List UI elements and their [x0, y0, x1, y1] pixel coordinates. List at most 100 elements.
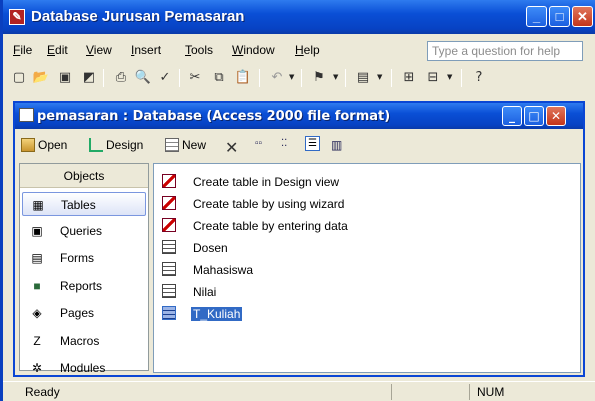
menu-insert[interactable]: Insert — [131, 43, 161, 57]
status-divider — [391, 384, 392, 400]
new-object-icon[interactable]: ⊟ — [423, 68, 443, 88]
menu-edit[interactable]: Edit — [47, 43, 68, 57]
page-icon: ◈ — [32, 306, 42, 320]
save-icon[interactable]: ▣ — [55, 68, 75, 88]
open-button[interactable]: Open — [21, 138, 67, 152]
db-minimize-button[interactable]: _ — [502, 106, 522, 126]
list-item-label: Create table in Design view — [193, 175, 340, 189]
objects-item-label: Pages — [60, 306, 95, 320]
help-question-box[interactable]: Type a question for help — [427, 41, 583, 61]
database-icon — [19, 108, 34, 122]
objects-item-label: Reports — [60, 279, 103, 293]
objects-item-pages[interactable]: ◈ Pages — [22, 301, 146, 325]
report-icon: ■ — [33, 279, 41, 293]
copy-icon[interactable]: ⧉ — [209, 68, 229, 88]
paste-icon[interactable]: 📋 — [233, 68, 253, 88]
help-icon[interactable]: ? — [469, 68, 489, 88]
toolbar-separator — [301, 69, 302, 87]
design-button[interactable]: Design — [89, 138, 143, 152]
menu-file[interactable]: File — [13, 43, 32, 57]
objects-item-queries[interactable]: ▣ Queries — [22, 219, 146, 243]
wizard-icon — [162, 196, 176, 210]
print-icon[interactable]: ⎙ — [111, 68, 131, 88]
objects-item-label: Forms — [60, 251, 94, 265]
open-label: Open — [38, 138, 68, 152]
objects-item-modules[interactable]: ✲ Modules — [22, 356, 146, 380]
module-icon: ✲ — [31, 361, 43, 375]
office-links-icon[interactable]: ⚑ — [309, 68, 329, 88]
new-object-dropdown-icon[interactable]: ▼ — [447, 73, 452, 81]
access-app-icon: ✎ — [9, 9, 25, 25]
database-window-titlebar: pemasaran : Database (Access 2000 file f… — [15, 103, 583, 129]
small-icons-icon[interactable]: ⁚⁚ — [281, 138, 287, 149]
objects-item-label: Queries — [60, 224, 103, 238]
spelling-icon[interactable]: ✓ — [155, 68, 175, 88]
menu-window[interactable]: Window — [232, 43, 275, 57]
open-folder-icon[interactable]: 📂 — [31, 68, 51, 88]
list-item-label: Create table by using wizard — [193, 197, 345, 211]
list-item-label: Nilai — [193, 285, 217, 299]
close-button[interactable]: ✕ — [572, 6, 593, 27]
toolbar-separator — [391, 69, 392, 87]
design-label: Design — [106, 138, 144, 152]
menu-help[interactable]: Help — [295, 43, 320, 57]
toolbar-separator — [345, 69, 346, 87]
analyze-dropdown-icon[interactable]: ▼ — [377, 73, 382, 81]
list-view-icon[interactable]: ☰ — [305, 136, 320, 151]
objects-item-label: Modules — [60, 361, 106, 375]
table-icon — [162, 240, 176, 254]
undo-dropdown-icon[interactable]: ▼ — [289, 73, 294, 81]
objects-item-tables[interactable]: ▦ Tables — [22, 192, 146, 216]
db-close-button[interactable]: ✕ — [546, 106, 566, 126]
undo-icon[interactable]: ↶ — [267, 68, 287, 88]
list-item-label: Create table by entering data — [193, 219, 348, 233]
wizard-icon — [162, 174, 176, 188]
table-icon — [162, 306, 176, 320]
file-search-icon[interactable]: ◩ — [79, 68, 99, 88]
list-item-label: T_Kuliah — [189, 306, 244, 322]
objects-item-label: Tables — [61, 198, 96, 212]
objects-item-forms[interactable]: ▤ Forms — [22, 246, 146, 270]
form-icon: ▤ — [31, 251, 43, 265]
toolbar-separator — [259, 69, 260, 87]
toolbar-separator — [179, 69, 180, 87]
table-icon — [162, 284, 176, 298]
objects-header[interactable]: Objects — [20, 164, 148, 188]
title-bar: ✎ Database Jurusan Pemasaran _ □ ✕ — [3, 0, 595, 34]
database-window-title: pemasaran : Database (Access 2000 file f… — [37, 109, 391, 124]
query-icon: ▣ — [31, 224, 43, 238]
menu-tools[interactable]: Tools — [185, 43, 213, 57]
new-button[interactable]: New — [165, 138, 206, 152]
objects-bar: Objects ▦ Tables ▣ Queries ▤ Forms ■ Rep… — [19, 163, 149, 375]
relationships-icon[interactable]: ⊞ — [399, 68, 419, 88]
macro-icon: Z — [33, 334, 41, 348]
num-lock-indicator: NUM — [477, 385, 505, 399]
new-file-icon[interactable]: ▢ — [9, 68, 29, 88]
maximize-button[interactable]: □ — [549, 6, 570, 27]
objects-item-reports[interactable]: ■ Reports — [22, 274, 146, 298]
objects-item-macros[interactable]: Z Macros — [22, 329, 146, 353]
analyze-icon[interactable]: ▤ — [353, 68, 373, 88]
status-bar: Ready NUM — [3, 381, 595, 401]
new-object-icon — [165, 138, 179, 152]
office-links-dropdown-icon[interactable]: ▼ — [333, 73, 338, 81]
cut-icon[interactable]: ✂ — [185, 68, 205, 88]
delete-icon[interactable]: ✕ — [225, 138, 238, 158]
access-main-window: ✎ Database Jurusan Pemasaran _ □ ✕ File … — [0, 0, 595, 401]
database-window: pemasaran : Database (Access 2000 file f… — [13, 101, 585, 377]
toolbar-separator — [461, 69, 462, 87]
db-maximize-button[interactable]: □ — [524, 106, 544, 126]
list-item-label: Mahasiswa — [193, 263, 254, 277]
minimize-button[interactable]: _ — [526, 6, 547, 27]
wizard-icon — [162, 218, 176, 232]
objects-list: Create table in Design view Create table… — [153, 163, 581, 373]
table-icon: ▦ — [32, 198, 44, 212]
details-view-icon[interactable]: ▥ — [331, 138, 342, 152]
status-text: Ready — [25, 385, 60, 399]
menu-view[interactable]: View — [86, 43, 112, 57]
large-icons-icon[interactable]: ▫▫ — [255, 138, 262, 149]
print-preview-icon[interactable]: 🔍 — [133, 68, 153, 88]
open-icon — [21, 138, 35, 152]
design-icon — [89, 138, 103, 152]
database-toolbar: Open Design New ✕ ▫▫ ⁚⁚ ☰ ▥ — [15, 131, 583, 161]
